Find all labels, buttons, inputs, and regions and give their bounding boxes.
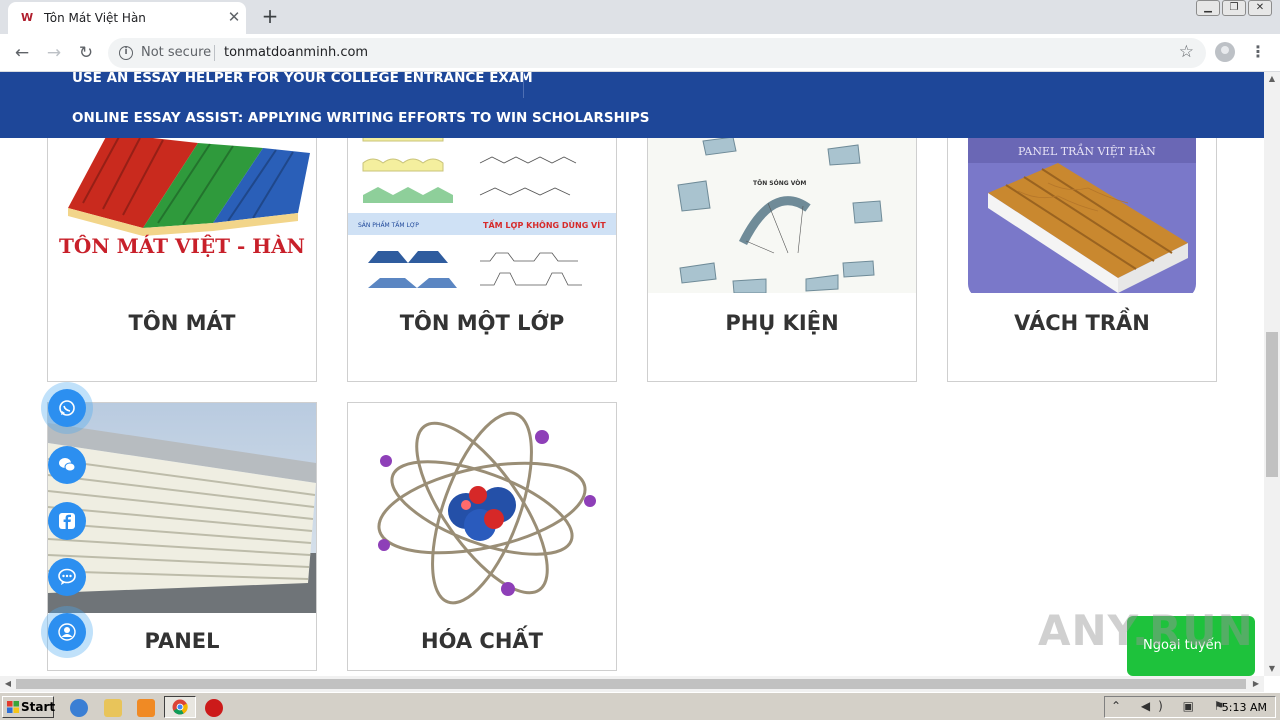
- url-text[interactable]: tonmatdoanminh.com: [224, 45, 368, 60]
- whatsapp-icon: [59, 400, 75, 416]
- site-favicon-icon: W: [21, 11, 33, 24]
- scroll-down-arrow-icon[interactable]: ▼: [1264, 662, 1280, 676]
- security-label: Not secure: [141, 45, 212, 60]
- messenger-icon: [58, 568, 76, 585]
- product-card-ton-mat[interactable]: TÔN MÁT VIỆT - HÀN TÔN MÁT: [47, 102, 317, 382]
- media-player-icon[interactable]: [137, 699, 155, 717]
- svg-text:SẢN PHẨM TẤM LỢP: SẢN PHẨM TẤM LỢP: [358, 221, 419, 229]
- vertical-scroll-thumb[interactable]: [1266, 332, 1278, 477]
- minimize-button[interactable]: ▁: [1196, 0, 1220, 16]
- internet-explorer-icon[interactable]: [70, 699, 88, 717]
- file-explorer-icon[interactable]: [104, 699, 122, 717]
- chrome-taskbar-button[interactable]: [164, 696, 196, 718]
- new-tab-button[interactable]: +: [258, 4, 282, 28]
- product-card-ton-mot-lop[interactable]: SẢN PHẨM TẤM LỢP TẤM LỢP KHÔNG DÙNG VÍT …: [347, 102, 617, 382]
- support-button[interactable]: [48, 613, 86, 651]
- browser-tab[interactable]: W Tôn Mát Việt Hàn ✕: [8, 2, 246, 34]
- reload-button[interactable]: ↻: [75, 42, 97, 64]
- product-image-hoa-chat[interactable]: [348, 403, 616, 613]
- tab-close-icon[interactable]: ✕: [224, 7, 244, 27]
- facebook-button[interactable]: [48, 502, 86, 540]
- site-navbar: USE AN ESSAY HELPER FOR YOUR COLLEGE ENT…: [0, 72, 1264, 138]
- watermark-logo: ANY.RUN: [1038, 606, 1254, 655]
- product-title[interactable]: PHỤ KIỆN: [648, 311, 916, 335]
- nav-link-essay-assist[interactable]: ONLINE ESSAY ASSIST: APPLYING WRITING EF…: [72, 110, 650, 126]
- omnibox-divider: [214, 45, 215, 61]
- address-bar[interactable]: i Not secure tonmatdoanminh.com ☆: [108, 38, 1206, 68]
- product-title[interactable]: TÔN MÁT: [48, 311, 316, 335]
- product-image-panel[interactable]: [48, 403, 316, 613]
- wechat-icon: [59, 458, 76, 472]
- horizontal-scroll-thumb[interactable]: [16, 679, 1246, 689]
- start-label: Start: [21, 700, 56, 714]
- sandwich-panel-photo: [48, 403, 316, 613]
- product-card-vach-tran[interactable]: PANEL TRẦN VIỆT HÀN VÁCH TRẦN: [947, 102, 1217, 382]
- user-support-icon: [58, 623, 76, 641]
- start-button[interactable]: Start: [2, 696, 56, 718]
- product-card-panel[interactable]: PANEL: [47, 402, 317, 671]
- bookmark-star-icon[interactable]: ☆: [1179, 42, 1194, 62]
- messenger-button[interactable]: [48, 558, 86, 596]
- security-app-icon[interactable]: [205, 699, 223, 717]
- scroll-up-arrow-icon[interactable]: ▲: [1264, 72, 1280, 86]
- close-window-button[interactable]: ✕: [1248, 0, 1272, 16]
- atom-illustration: [348, 403, 616, 613]
- whatsapp-button[interactable]: [48, 389, 86, 427]
- info-icon[interactable]: i: [119, 46, 133, 60]
- image-caption: TÔN SÓNG VÒM: [753, 180, 806, 187]
- system-tray: ⌃ ◀) ▣ ⚑ 5:13 AM: [1104, 696, 1276, 718]
- taskbar-clock[interactable]: 5:13 AM: [1222, 701, 1267, 714]
- window-controls: ▁ ❐ ✕: [1196, 0, 1272, 20]
- product-title[interactable]: HÓA CHẤT: [348, 629, 616, 653]
- product-card-hoa-chat[interactable]: HÓA CHẤT: [347, 402, 617, 671]
- back-button[interactable]: ←: [11, 42, 33, 64]
- scroll-left-arrow-icon[interactable]: ◀: [0, 676, 16, 692]
- browser-menu-icon[interactable]: ⋮: [1250, 42, 1266, 62]
- windows-logo-icon: [7, 701, 19, 713]
- nav-link-essay-helper[interactable]: USE AN ESSAY HELPER FOR YOUR COLLEGE ENT…: [72, 72, 533, 86]
- browser-toolbar: ← → ↻ i Not secure tonmatdoanminh.com ☆: [0, 34, 1280, 72]
- forward-button[interactable]: →: [43, 42, 65, 64]
- chrome-icon: [172, 699, 188, 715]
- wechat-button[interactable]: [48, 446, 86, 484]
- image-caption: TÔN MÁT VIỆT - HÀN: [59, 233, 305, 258]
- facebook-icon: [59, 513, 75, 529]
- tab-title: Tôn Mát Việt Hàn: [44, 11, 146, 25]
- restore-button[interactable]: ❐: [1222, 0, 1246, 16]
- vertical-scrollbar[interactable]: ▲ ▼: [1264, 72, 1280, 676]
- product-card-phu-kien[interactable]: TÔN SÓNG VÒM PHỤ KIỆN: [647, 102, 917, 382]
- scroll-right-arrow-icon[interactable]: ▶: [1248, 676, 1264, 692]
- tray-icons[interactable]: ⌃ ◀) ▣ ⚑: [1111, 699, 1233, 713]
- product-title[interactable]: TÔN MỘT LỚP: [348, 311, 616, 335]
- image-caption: PANEL TRẦN VIỆT HÀN: [1018, 143, 1156, 158]
- windows-taskbar: Start ⌃ ◀) ▣ ⚑ 5:13 AM: [0, 692, 1280, 720]
- profile-avatar-icon[interactable]: [1215, 42, 1235, 62]
- product-title[interactable]: VÁCH TRẦN: [948, 311, 1216, 335]
- page-viewport: USE AN ESSAY HELPER FOR YOUR COLLEGE ENT…: [0, 72, 1264, 676]
- product-title[interactable]: PANEL: [48, 629, 316, 653]
- browser-tabbar: W Tôn Mát Việt Hàn ✕ + ▁ ❐ ✕: [0, 0, 1280, 34]
- horizontal-scrollbar[interactable]: ◀ ▶: [0, 676, 1264, 692]
- nav-divider: [523, 72, 524, 98]
